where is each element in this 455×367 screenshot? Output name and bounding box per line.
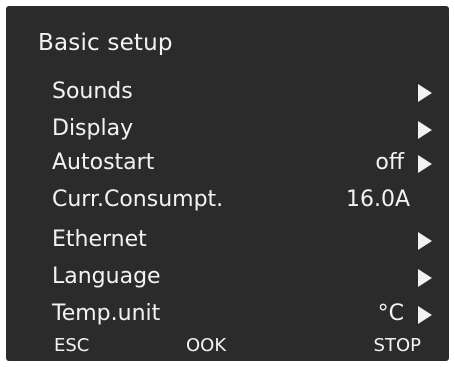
menu-item-autostart[interactable]: Autostart off [52, 148, 432, 178]
menu-item-label: Autostart [52, 150, 155, 175]
basic-setup-screen: Basic setup Sounds Display Autostart off… [6, 6, 449, 361]
ok-softkey[interactable]: OOK [186, 334, 226, 358]
menu-item-label: Display [52, 116, 134, 141]
menu-item-display[interactable]: Display [52, 114, 432, 144]
esc-softkey[interactable]: ESC [54, 334, 89, 358]
menu-item-label: Sounds [52, 79, 133, 104]
stop-softkey[interactable]: STOP [374, 334, 421, 358]
menu-item-curr-consumpt[interactable]: Curr.Consumpt. 16.0A [52, 185, 432, 215]
chevron-right-icon [418, 306, 432, 324]
menu-item-label: Curr.Consumpt. [52, 187, 224, 212]
screen-title: Basic setup [38, 30, 173, 56]
menu-item-language[interactable]: Language [52, 262, 432, 292]
autostart-value: off [375, 150, 404, 175]
chevron-right-icon [418, 155, 432, 173]
softkey-bar: ESC OOK STOP [6, 334, 449, 358]
chevron-right-icon [418, 232, 432, 250]
menu-item-label: Language [52, 264, 161, 289]
menu-item-temp-unit[interactable]: Temp.unit °C [52, 299, 432, 329]
menu-item-sounds[interactable]: Sounds [52, 77, 432, 107]
chevron-right-icon [418, 121, 432, 139]
chevron-right-icon [418, 269, 432, 287]
menu-item-label: Temp.unit [52, 301, 161, 326]
temp-unit-value: °C [377, 301, 404, 326]
menu-item-ethernet[interactable]: Ethernet [52, 225, 432, 255]
current-consumption-value: 16.0A [345, 187, 410, 212]
chevron-right-icon [418, 84, 432, 102]
device-display: Basic setup Sounds Display Autostart off… [6, 6, 449, 361]
menu-item-label: Ethernet [52, 227, 147, 252]
